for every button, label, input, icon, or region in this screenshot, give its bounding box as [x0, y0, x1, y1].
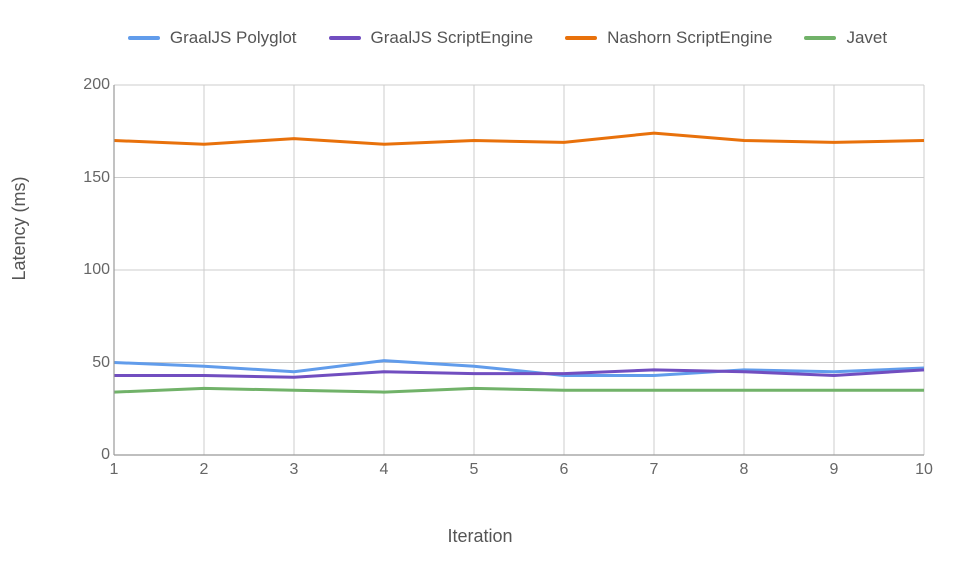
- x-tick-label: 1: [110, 461, 119, 479]
- legend-item: Javet: [804, 28, 887, 48]
- y-axis-label: Latency (ms): [9, 176, 30, 280]
- legend-label: Javet: [846, 28, 887, 48]
- series-line: [114, 133, 924, 144]
- x-tick-label: 6: [560, 461, 569, 479]
- legend-item: Nashorn ScriptEngine: [565, 28, 772, 48]
- legend-label: GraalJS ScriptEngine: [371, 28, 534, 48]
- x-axis-ticks: 12345678910: [114, 461, 924, 485]
- series-line: [114, 388, 924, 392]
- legend-item: GraalJS Polyglot: [128, 28, 297, 48]
- y-tick-label: 50: [92, 354, 110, 372]
- legend-swatch: [565, 36, 597, 40]
- legend-item: GraalJS ScriptEngine: [329, 28, 534, 48]
- x-axis-label: Iteration: [447, 526, 512, 547]
- series-lines: [114, 133, 924, 392]
- chart-svg: [114, 85, 924, 455]
- y-axis-ticks: 050100150200: [70, 85, 110, 455]
- x-tick-label: 7: [650, 461, 659, 479]
- x-tick-label: 10: [915, 461, 933, 479]
- y-tick-label: 150: [83, 169, 110, 187]
- x-tick-label: 4: [380, 461, 389, 479]
- y-tick-label: 100: [83, 261, 110, 279]
- legend-label: Nashorn ScriptEngine: [607, 28, 772, 48]
- legend: GraalJS Polyglot GraalJS ScriptEngine Nash…: [85, 28, 930, 48]
- legend-swatch: [804, 36, 836, 40]
- x-tick-label: 8: [740, 461, 749, 479]
- legend-swatch: [329, 36, 361, 40]
- x-tick-label: 3: [290, 461, 299, 479]
- chart-container: GraalJS Polyglot GraalJS ScriptEngine Nash…: [0, 0, 960, 587]
- plot-area: [114, 85, 924, 455]
- legend-label: GraalJS Polyglot: [170, 28, 297, 48]
- x-tick-label: 2: [200, 461, 209, 479]
- y-tick-label: 200: [83, 76, 110, 94]
- legend-swatch: [128, 36, 160, 40]
- x-tick-label: 5: [470, 461, 479, 479]
- x-tick-label: 9: [830, 461, 839, 479]
